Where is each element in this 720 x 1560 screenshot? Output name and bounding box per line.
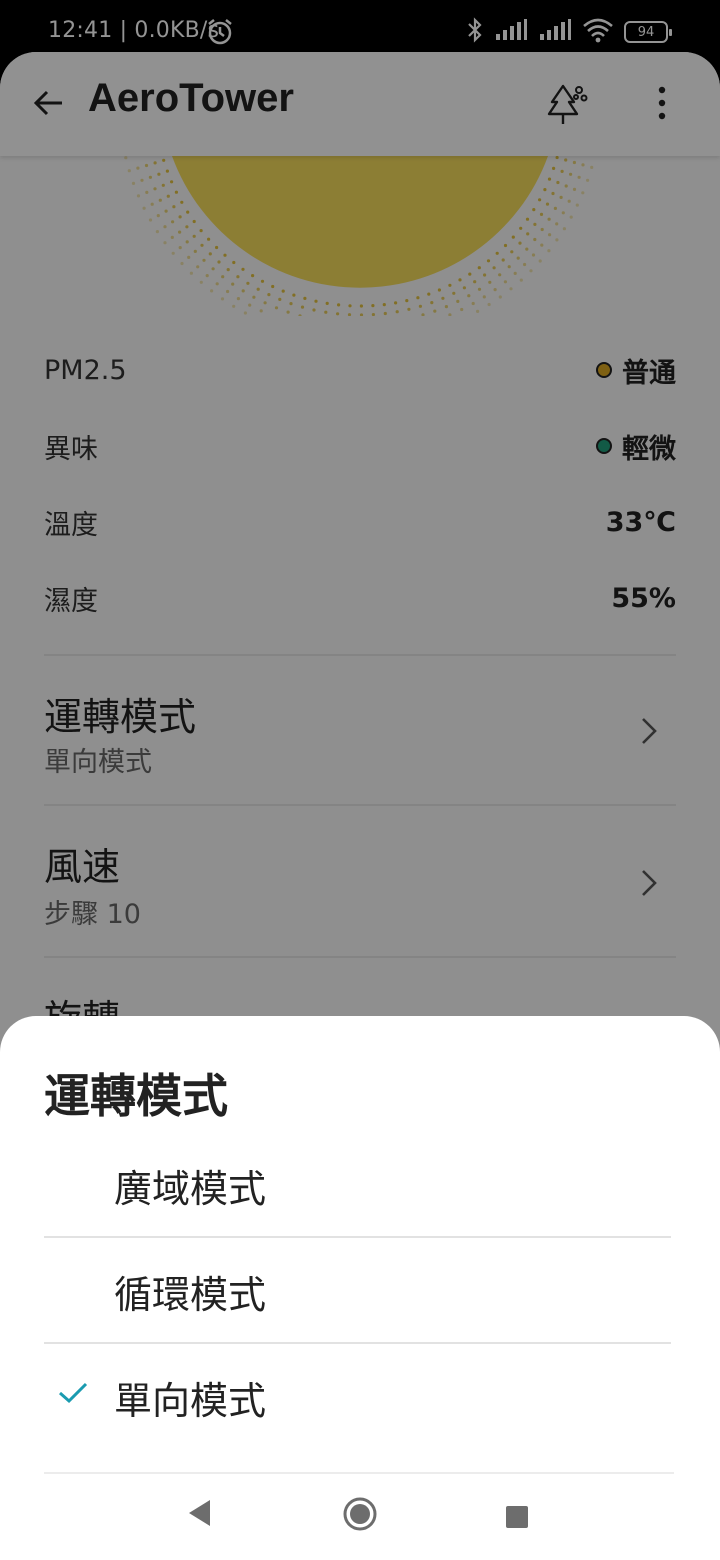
option-label: 單向模式 [114, 1379, 267, 1423]
nav-back-icon[interactable] [186, 1498, 212, 1532]
check-icon [58, 1382, 88, 1408]
operation-mode-sheet: 運轉模式 廣域模式 循環模式 單向模式 [0, 1016, 720, 1560]
option-wide-mode[interactable]: 廣域模式 [44, 1132, 671, 1238]
navigation-bar [44, 1472, 674, 1560]
option-label: 廣域模式 [114, 1167, 267, 1211]
option-label: 循環模式 [114, 1273, 267, 1317]
nav-home-icon[interactable] [342, 1496, 378, 1536]
option-cycle-mode[interactable]: 循環模式 [44, 1238, 671, 1344]
nav-recents-icon[interactable] [506, 1506, 528, 1528]
option-single-direction-mode[interactable]: 單向模式 [44, 1344, 671, 1450]
sheet-title: 運轉模式 [44, 1069, 228, 1123]
